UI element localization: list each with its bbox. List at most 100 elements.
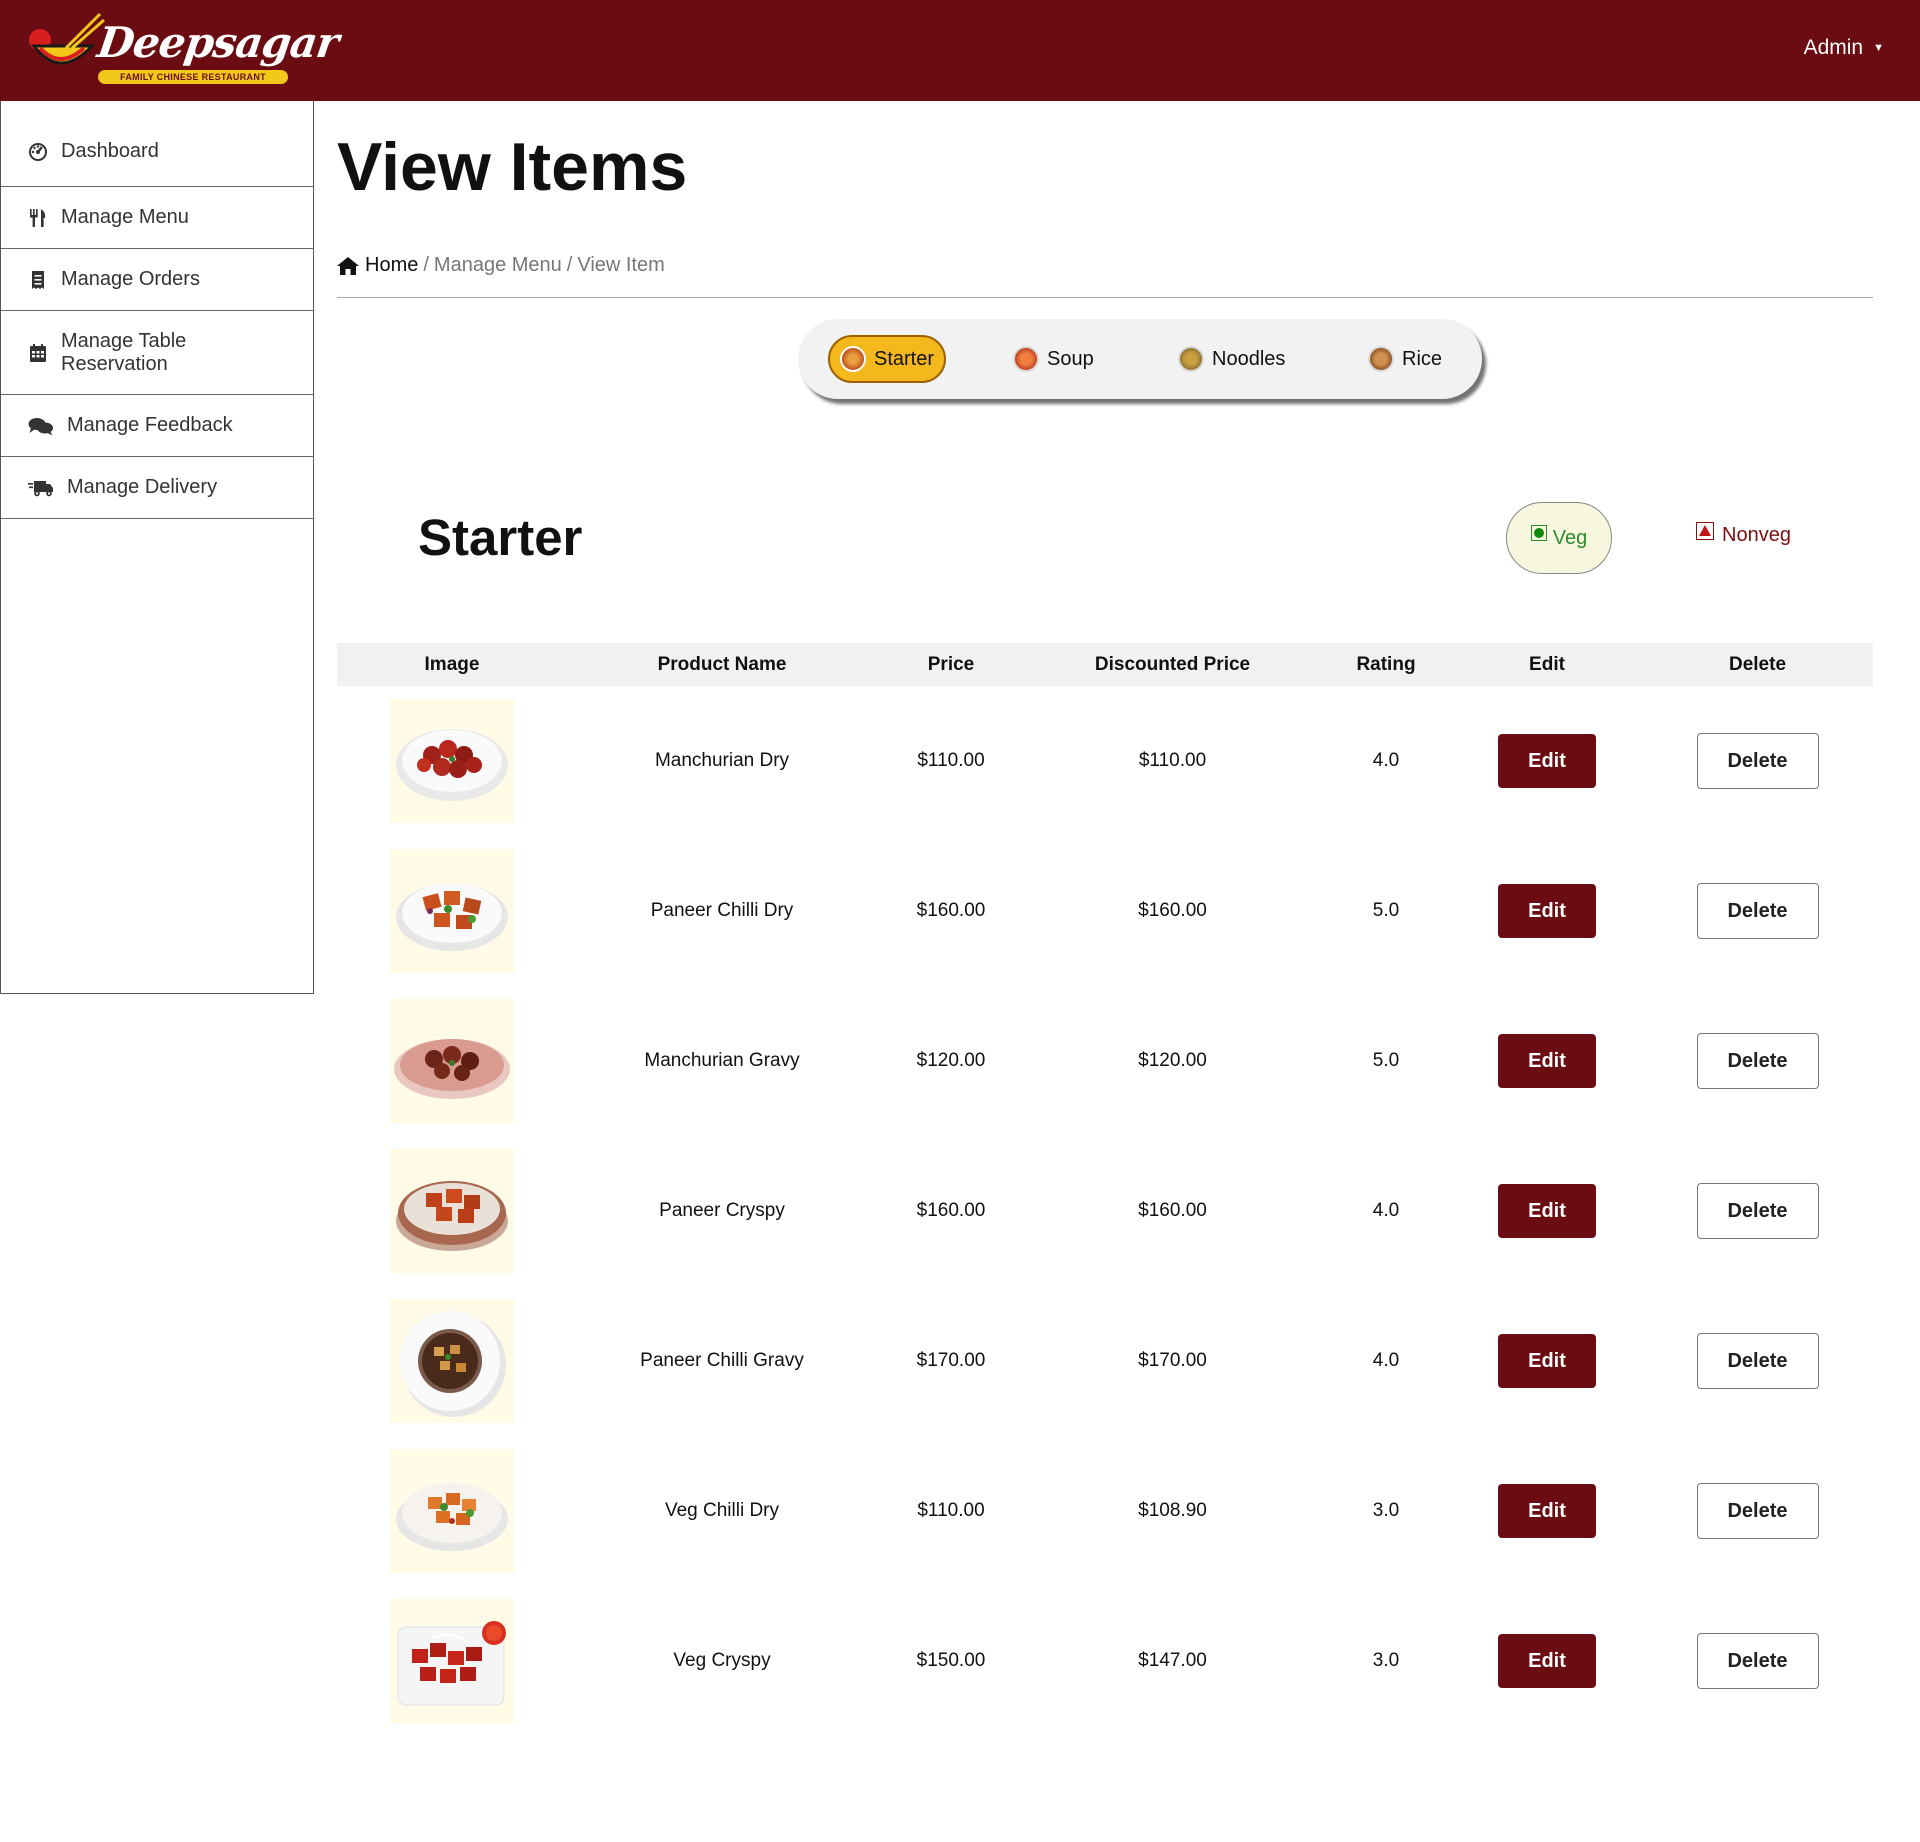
sidebar-item-manage-orders[interactable]: Manage Orders [1,249,313,311]
product-name: Paneer Chilli Dry [650,900,794,921]
rating: 5.0 [1372,1050,1400,1071]
divider [337,297,1873,298]
column-header-rating: Rating [1320,643,1452,686]
delete-button[interactable]: Delete [1696,1183,1819,1239]
dish-image [390,1599,514,1723]
logo-wordmark: Deepsagar [94,18,342,67]
nonveg-symbol-icon [1696,521,1714,540]
table-row: Manchurian Gravy $120.00 $120.00 5.0 Edi… [337,986,1873,1136]
rating: 5.0 [1372,900,1400,921]
rating: 3.0 [1372,1650,1400,1671]
breadcrumb-manage-menu[interactable]: Manage Menu [434,254,562,277]
home-icon [337,256,359,275]
sidebar-item-dashboard[interactable]: Dashboard [1,101,313,187]
price: $110.00 [917,750,985,771]
sidebar-item-label: Manage Orders [61,268,200,290]
edit-button[interactable]: Edit [1498,734,1596,788]
veg-filter-button[interactable]: Veg [1506,502,1612,574]
utensils-icon [27,207,49,229]
veg-filter-label: Veg [1552,526,1588,549]
sidebar-item-label: Manage Feedback [67,414,233,436]
discounted-price: $170.00 [1138,1350,1207,1371]
nonveg-filter-button[interactable]: Nonveg [1696,521,1791,547]
nonveg-filter-label: Nonveg [1722,524,1791,546]
sidebar-item-label: Manage Menu [61,206,189,228]
sidebar-item-manage-feedback[interactable]: Manage Feedback [1,395,313,457]
delete-button[interactable]: Delete [1696,1483,1819,1539]
product-name: Paneer Cryspy [659,1200,785,1221]
sidebar-item-label: Dashboard [61,140,159,162]
sidebar-item-label: Manage Delivery [67,476,218,498]
discounted-price: $160.00 [1138,900,1207,921]
category-tab-starter[interactable]: Starter [828,335,947,383]
sidebar-item-manage-menu[interactable]: Manage Menu [1,187,313,249]
discounted-price: $147.00 [1138,1650,1207,1671]
discounted-price: $160.00 [1138,1200,1207,1221]
delivery-truck-icon [27,477,55,499]
dish-image [390,1449,514,1573]
delete-button[interactable]: Delete [1696,1633,1819,1689]
starter-dish-icon [840,346,866,372]
comments-icon [27,415,55,437]
dish-image [390,1299,514,1423]
edit-button[interactable]: Edit [1498,1334,1596,1388]
calendar-icon [27,342,49,364]
edit-button[interactable]: Edit [1498,1634,1596,1688]
breadcrumb-home-link[interactable]: Home [337,254,418,277]
column-header-edit: Edit [1452,643,1642,686]
table-row: Manchurian Dry $110.00 $110.00 4.0 Edit … [337,686,1873,836]
price: $170.00 [916,1350,986,1371]
column-header-delete: Delete [1642,643,1873,686]
sidebar: Dashboard Manage Menu Manage Orders Mana… [0,101,314,994]
caret-down-icon: ▼ [1873,42,1884,55]
discounted-price: $120.00 [1138,1050,1207,1071]
table-row: Veg Chilli Dry $110.00 $108.90 3.0 Edit … [337,1436,1873,1586]
price: $120.00 [916,1050,986,1071]
delete-button[interactable]: Delete [1696,733,1819,789]
veg-symbol-icon [1530,525,1547,541]
sidebar-item-manage-delivery[interactable]: Manage Delivery [1,457,313,519]
category-tab-noodles[interactable]: Noodles [1168,335,1295,383]
discounted-price: $108.90 [1138,1500,1207,1521]
sidebar-item-label: Manage Table Reservation [61,329,187,375]
rating: 4.0 [1372,1350,1400,1371]
top-navbar: Deepsagar FAMILY CHINESE RESTAURANT Admi… [0,0,1920,101]
logo-tagline: FAMILY CHINESE RESTAURANT [98,70,288,84]
dish-image [390,1149,514,1273]
dish-image [390,849,514,973]
edit-button[interactable]: Edit [1498,1034,1596,1088]
dish-image [390,999,514,1123]
product-name: Manchurian Gravy [644,1050,800,1071]
delete-button[interactable]: Delete [1696,1033,1819,1089]
column-header-image: Image [337,643,567,686]
edit-button[interactable]: Edit [1498,1484,1596,1538]
table-row: Veg Cryspy $150.00 $147.00 3.0 Edit Dele… [337,1586,1873,1736]
breadcrumb-separator: / [423,254,429,276]
bowl-chopsticks-logo-icon [29,12,105,65]
delete-button[interactable]: Delete [1696,1333,1819,1389]
price: $110.00 [917,1500,985,1521]
rating: 4.0 [1372,750,1400,771]
category-tab-rice[interactable]: Rice [1358,335,1452,383]
column-header-price: Price [877,643,1025,686]
table-row: Paneer Cryspy $160.00 $160.00 4.0 Edit D… [337,1136,1873,1286]
dish-image [390,699,514,823]
noodles-bowl-icon [1178,346,1204,372]
breadcrumb-home-label: Home [365,254,419,276]
sidebar-item-manage-table-reservation[interactable]: Manage Table Reservation [1,311,313,395]
page-title: View Items [337,129,688,205]
product-name: Veg Chilli Dry [664,1500,780,1521]
product-name: Veg Cryspy [673,1650,771,1671]
table-row: Paneer Chilli Dry $160.00 $160.00 5.0 Ed… [337,836,1873,986]
delete-button[interactable]: Delete [1696,883,1819,939]
category-tab-soup[interactable]: Soup [1003,335,1104,383]
deepsagar-logo[interactable]: Deepsagar FAMILY CHINESE RESTAURANT [26,12,341,88]
admin-user-menu[interactable]: Admin ▼ [1804,36,1884,60]
category-label: Starter [874,347,935,370]
rice-plate-icon [1368,346,1394,372]
edit-button[interactable]: Edit [1498,884,1596,938]
breadcrumb-separator: / [566,254,573,276]
column-header-discounted-price: Discounted Price [1025,643,1320,686]
edit-button[interactable]: Edit [1498,1184,1596,1238]
price: $160.00 [916,900,986,921]
